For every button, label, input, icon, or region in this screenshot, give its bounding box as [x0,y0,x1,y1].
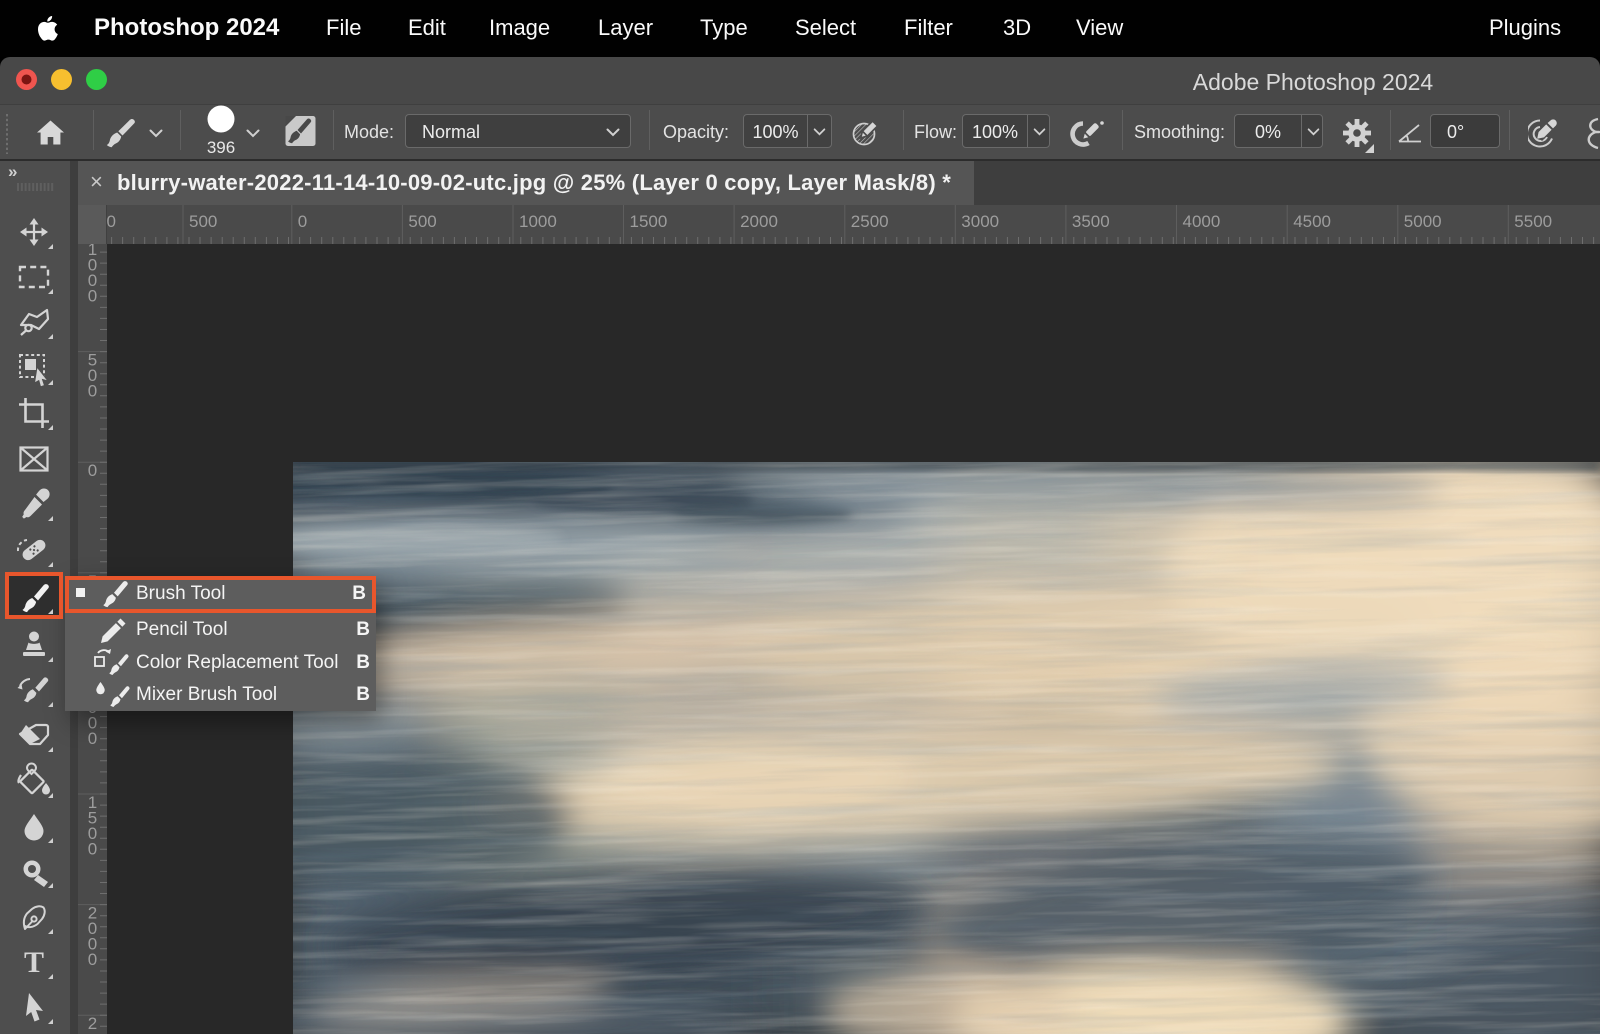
svg-text:1500: 1500 [630,212,668,231]
svg-text:0: 0 [107,212,116,231]
svg-text:4000: 4000 [1183,212,1221,231]
svg-text:0: 0 [298,212,307,231]
svg-text:0: 0 [88,729,97,748]
svg-text:0: 0 [88,840,97,859]
svg-text:5500: 5500 [1514,212,1552,231]
svg-text:3000: 3000 [961,212,999,231]
svg-text:4500: 4500 [1293,212,1331,231]
svg-text:3500: 3500 [1072,212,1110,231]
svg-text:0: 0 [88,461,97,480]
svg-text:2000: 2000 [740,212,778,231]
svg-text:0: 0 [88,287,97,306]
svg-text:2500: 2500 [851,212,889,231]
svg-text:0: 0 [88,950,97,969]
svg-text:500: 500 [408,212,436,231]
svg-text:0: 0 [88,382,97,401]
svg-text:2: 2 [88,1014,97,1033]
svg-text:5000: 5000 [1404,212,1442,231]
svg-text:»: » [8,162,17,181]
svg-text:500: 500 [189,212,217,231]
svg-text:1000: 1000 [519,212,557,231]
svg-text:T: T [24,946,44,979]
